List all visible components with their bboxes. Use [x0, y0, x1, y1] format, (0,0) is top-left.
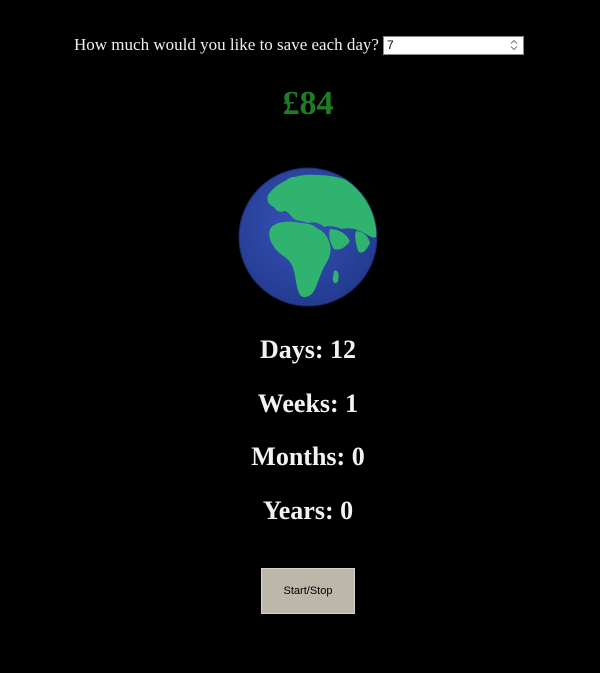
- chevron-up-icon: [510, 39, 518, 44]
- earth-globe-icon: [238, 167, 378, 307]
- years-counter: Years: 0: [262, 496, 354, 525]
- decrement-button[interactable]: [508, 46, 520, 52]
- total-savings-amount: £84: [282, 85, 334, 122]
- chevron-down-icon: [510, 46, 518, 51]
- days-counter: Days: 12: [259, 335, 357, 364]
- amount-spinner[interactable]: [508, 39, 520, 52]
- savings-question-label: How much would you like to save each day…: [74, 35, 379, 54]
- start-stop-button[interactable]: Start/Stop: [261, 568, 355, 614]
- weeks-counter: Weeks: 1: [257, 389, 359, 418]
- increment-button[interactable]: [508, 39, 520, 45]
- daily-amount-input[interactable]: [383, 36, 507, 54]
- daily-amount-field[interactable]: [382, 35, 524, 55]
- savings-question-row: How much would you like to save each day…: [74, 34, 524, 56]
- months-counter: Months: 0: [251, 442, 365, 471]
